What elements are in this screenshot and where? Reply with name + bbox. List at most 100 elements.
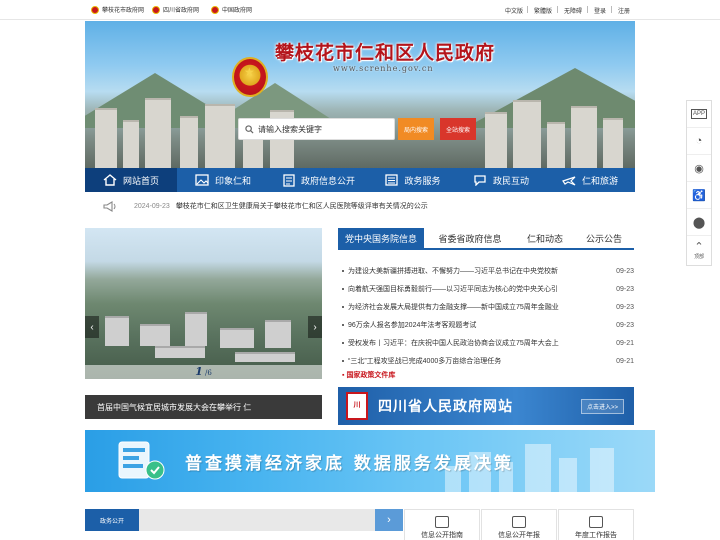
bullet bbox=[342, 360, 344, 362]
all-search-button[interactable]: 全站搜索 bbox=[440, 118, 476, 140]
nav-impression[interactable]: 印象仁和 bbox=[177, 168, 269, 192]
nav-label: 政民互动 bbox=[492, 175, 529, 186]
slider-prev-button[interactable]: ‹ bbox=[85, 316, 99, 338]
back-to-top-icon: ⌃ bbox=[694, 240, 704, 253]
bullet bbox=[342, 288, 344, 290]
top-bar: 攀枝花市政府网 四川省政府网 中国政府网 中文版 繁體版 无障碍 登录 注册 bbox=[0, 0, 720, 20]
building bbox=[547, 122, 565, 168]
app-icon: APP bbox=[690, 109, 707, 119]
data-device-icon bbox=[118, 441, 165, 480]
nav-interaction[interactable]: 政民互动 bbox=[457, 168, 545, 192]
next-arrow-button[interactable]: › bbox=[375, 509, 403, 531]
news-title: 为经济社会发展大局提供有力金融支撑——新中国成立75周年金融业 bbox=[348, 304, 559, 311]
card-work-report[interactable]: 年度工作报告 bbox=[558, 509, 634, 540]
image-slider[interactable]: ‹ › 1 /6 bbox=[85, 228, 322, 379]
sichuan-seal-icon: 川 bbox=[346, 392, 368, 420]
card-label: 信息公开指南 bbox=[421, 532, 463, 539]
nav-label: 印象仁和 bbox=[214, 175, 251, 186]
building bbox=[180, 116, 198, 168]
wechat-button[interactable]: ◔ bbox=[687, 128, 711, 155]
login-link[interactable]: 登录 bbox=[594, 6, 606, 15]
news-item[interactable]: 受权发布丨习近平：在庆祝中国人民政治协商会议成立75周年大会上 09-21 bbox=[338, 334, 634, 352]
lang-chinese[interactable]: 中文版 bbox=[505, 6, 523, 15]
lang-traditional[interactable]: 繁體版 bbox=[534, 6, 552, 15]
tab-central[interactable]: 党中央国务院信息 bbox=[338, 228, 424, 248]
list-icon bbox=[385, 174, 399, 186]
tab-gov-affairs[interactable]: 政务公开 bbox=[85, 509, 139, 531]
register-link[interactable]: 注册 bbox=[618, 6, 630, 15]
news-date: 09-23 bbox=[616, 267, 634, 275]
news-title: 为建设大美新疆拼搏进取、不懈努力——习近平总书记在中央党校新 bbox=[348, 268, 558, 275]
tab-provincial[interactable]: 省委省政府信息 bbox=[424, 228, 516, 248]
enter-button[interactable]: 点击进入>> bbox=[580, 398, 624, 414]
building bbox=[145, 98, 171, 168]
news-tabs: 党中央国务院信息 省委省政府信息 仁和动态 公示公告 bbox=[338, 228, 634, 250]
news-title: 96万余人报名参加2024年法考客观题考试 bbox=[348, 322, 477, 329]
app-button[interactable]: APP bbox=[687, 101, 711, 128]
nav-services[interactable]: 政务服务 bbox=[369, 168, 457, 192]
site-url: www.screnhe.gov.cn bbox=[333, 64, 434, 73]
slide-current: 1 bbox=[195, 365, 203, 378]
search-input[interactable]: 请输入搜索关键字 bbox=[238, 118, 395, 140]
sichuan-gov-banner[interactable]: 川 四川省人民政府网站 点击进入>> bbox=[338, 387, 634, 425]
side-toolbar: APP ◔ ◉ ♿ ⬤ ⌃ 顶部 bbox=[686, 100, 712, 266]
link-label: 攀枝花市政府网 bbox=[102, 8, 145, 14]
building bbox=[220, 328, 254, 348]
building bbox=[155, 346, 205, 358]
notice-link[interactable]: 攀枝花市仁和区卫生健康局关于攀枝花市仁和区人民医院等级评审有关情况的公示 bbox=[176, 201, 428, 211]
news-item[interactable]: 96万余人报名参加2024年法考客观题考试 09-23 bbox=[338, 316, 634, 334]
building bbox=[485, 112, 507, 168]
policy-label: 国家政策文件库 bbox=[346, 372, 396, 379]
accessibility-link[interactable]: 无障碍 bbox=[564, 6, 582, 15]
policy-library-link[interactable]: ▪ 国家政策文件库 bbox=[342, 370, 395, 380]
speaker-icon bbox=[103, 200, 116, 212]
home-icon bbox=[103, 174, 117, 186]
slide-caption[interactable]: 首届中国气候宜居城市发展大会在攀举行 仁 bbox=[85, 395, 322, 419]
news-item[interactable]: 为经济社会发展大局提供有力金融支撑——新中国成立75周年金融业 09-23 bbox=[338, 298, 634, 316]
card-disclosure-guide[interactable]: 信息公开指南 bbox=[404, 509, 480, 540]
link-panzhihua-gov[interactable]: 攀枝花市政府网 bbox=[91, 5, 144, 14]
notice-bar: 2024-09-23 攀枝花市仁和区卫生健康局关于攀枝花市仁和区人民医院等级评审… bbox=[85, 196, 635, 216]
tab-renhe-news[interactable]: 仁和动态 bbox=[516, 228, 574, 248]
card-annual-report[interactable]: 信息公开年报 bbox=[481, 509, 557, 540]
card-label: 年度工作报告 bbox=[575, 532, 617, 539]
bullet bbox=[342, 270, 344, 272]
search-icon bbox=[245, 124, 254, 134]
building bbox=[95, 108, 117, 168]
emblem-icon bbox=[91, 5, 99, 14]
news-item[interactable]: “三北”工程攻坚战已完成4000多万亩综合治理任务 09-21 bbox=[338, 352, 634, 370]
emblem-icon bbox=[152, 5, 160, 14]
news-title: 向着航天强国目标勇毅前行——以习近平同志为核心的党中央关心引 bbox=[348, 286, 558, 293]
building bbox=[559, 458, 577, 492]
building bbox=[590, 448, 614, 492]
news-item[interactable]: 为建设大美新疆拼搏进取、不懈努力——习近平总书记在中央党校新 09-23 bbox=[338, 262, 634, 280]
nav-gov-info[interactable]: 政府信息公开 bbox=[269, 168, 369, 192]
link-sichuan-gov[interactable]: 四川省政府网 bbox=[152, 5, 199, 14]
news-date: 09-23 bbox=[616, 285, 634, 293]
nav-home[interactable]: 网站首页 bbox=[85, 168, 177, 192]
building bbox=[603, 118, 623, 168]
news-item[interactable]: 向着航天强国目标勇毅前行——以习近平同志为核心的党中央关心引 09-23 bbox=[338, 280, 634, 298]
nav-tourism[interactable]: 仁和旅游 bbox=[545, 168, 635, 192]
wechat-icon: ◔ bbox=[695, 135, 703, 147]
back-to-top-label: 顶部 bbox=[693, 253, 704, 260]
accessibility-button[interactable]: ♿ bbox=[687, 182, 711, 209]
divider bbox=[527, 6, 528, 13]
news-date: 09-21 bbox=[616, 339, 634, 347]
location-button[interactable]: ⬤ bbox=[687, 209, 711, 236]
tab-announcements[interactable]: 公示公告 bbox=[574, 228, 634, 248]
link-china-gov[interactable]: 中国政府网 bbox=[211, 5, 252, 14]
site-search-button[interactable]: 局内搜索 bbox=[398, 118, 434, 140]
nav-label: 政务服务 bbox=[404, 175, 441, 186]
slider-next-button[interactable]: › bbox=[308, 316, 322, 338]
chevron-right-icon: › bbox=[387, 514, 391, 526]
nav-label: 网站首页 bbox=[122, 175, 159, 186]
weibo-icon: ◉ bbox=[694, 162, 704, 175]
census-promo-banner[interactable]: 普查摸清经济家底 数据服务发展决策 bbox=[85, 430, 655, 492]
weibo-button[interactable]: ◉ bbox=[687, 155, 711, 182]
building bbox=[513, 100, 541, 168]
news-title: 受权发布丨习近平：在庆祝中国人民政治协商会议成立75周年大会上 bbox=[348, 340, 559, 347]
link-label: 四川省政府网 bbox=[163, 8, 200, 14]
plane-icon bbox=[562, 176, 576, 186]
back-to-top-button[interactable]: ⌃ 顶部 bbox=[687, 236, 711, 263]
